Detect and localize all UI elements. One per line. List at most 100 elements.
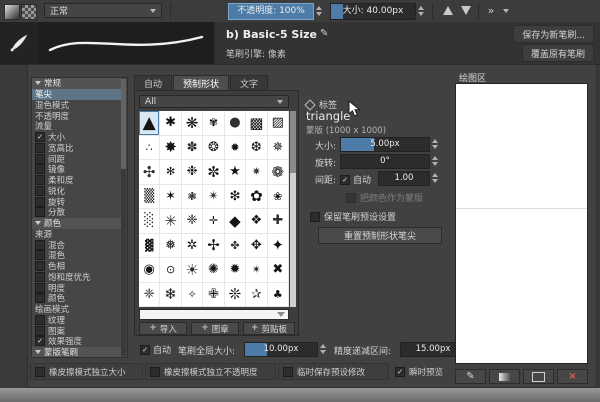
instant-preview-checkbox[interactable]: 瞬时预览 (391, 363, 449, 380)
brush-tip-cell[interactable]: ❉ (181, 160, 204, 185)
fill-gradient-button[interactable] (489, 369, 520, 384)
brush-tip-cell[interactable]: ❇ (224, 184, 247, 209)
brush-tip-cell[interactable]: ✷ (246, 160, 268, 185)
size-spin-buttons[interactable] (416, 3, 425, 18)
settings-item[interactable]: 颜色 (32, 293, 121, 304)
fill-background-button[interactable] (523, 369, 554, 384)
brush-tip-cell[interactable]: ❊ (224, 282, 247, 307)
brush-tip-cell[interactable]: ❀ (267, 184, 289, 209)
brush-size-slider[interactable]: 大小: 40.00px (330, 3, 416, 20)
checkbox-icon[interactable] (35, 261, 45, 272)
tip-rotation-spinbox[interactable]: 0° (340, 154, 430, 169)
reset-predefined-tip-button[interactable]: 重置预制形状笔尖 (318, 227, 442, 244)
brush-tip-cell[interactable]: ● (224, 111, 247, 136)
settings-item[interactable]: 混色 (32, 250, 121, 261)
brush-tip-cell[interactable]: ✼ (203, 160, 225, 185)
checkbox-icon[interactable] (35, 142, 45, 153)
pattern-chooser-icon[interactable] (21, 4, 37, 20)
brush-tip-cell[interactable]: ✵ (267, 135, 289, 160)
checkbox-icon[interactable] (35, 196, 45, 207)
brush-tip-cell[interactable]: ✰ (246, 282, 268, 307)
opacity-spin-buttons[interactable] (314, 3, 323, 18)
scratchpad-canvas[interactable] (455, 83, 588, 364)
tip-rotation-spin-buttons[interactable] (430, 154, 439, 167)
checkbox-icon[interactable] (35, 282, 45, 293)
clear-scratchpad-button[interactable]: × (557, 369, 588, 384)
brush-tip-cell[interactable]: ▒ (139, 184, 161, 209)
brush-tip-cell[interactable]: ✙ (203, 282, 225, 307)
brush-tip-cell[interactable]: ✤ (224, 233, 247, 258)
tab-predefined[interactable]: 预制形状 (173, 75, 230, 90)
checkbox-icon[interactable] (35, 271, 45, 282)
settings-item[interactable]: 分散 (32, 207, 121, 218)
mirror-vertical-icon[interactable] (458, 3, 474, 18)
brush-tip-cell[interactable]: ✱ (160, 111, 182, 136)
scrollbar-thumb[interactable] (290, 111, 296, 173)
import-button[interactable]: + 导入 (139, 322, 187, 335)
brush-tip-cell[interactable]: ❋ (181, 111, 204, 136)
brush-tip-cell[interactable]: ▩ (246, 111, 268, 136)
settings-item[interactable]: 绘画模式 (32, 304, 121, 315)
eraser-opacity-checkbox[interactable]: 橡皮擦模式独立不透明度 (145, 363, 276, 380)
mirror-horizontal-icon[interactable] (440, 3, 456, 18)
overall-size-slider[interactable]: 10.00px (244, 342, 318, 357)
brush-tip-cell[interactable]: ✸ (160, 135, 182, 160)
brush-tip-cell[interactable]: ✚ (267, 209, 289, 234)
brush-tip-cell[interactable]: ❖ (246, 209, 268, 234)
temp-save-checkbox[interactable]: 临时保存预设修改 (278, 363, 389, 380)
brush-tip-cell[interactable]: ✽ (181, 135, 204, 160)
checkbox-icon[interactable] (35, 185, 45, 196)
brush-tip-cell[interactable]: ✣ (139, 160, 161, 185)
brush-tip-cell[interactable]: ▨ (267, 111, 289, 136)
brush-tip-cell[interactable]: ✖ (267, 258, 289, 283)
clipboard-button[interactable]: + 剪贴板 (243, 322, 295, 335)
tag-filter-select[interactable]: All (139, 95, 289, 108)
brush-tip-cell[interactable]: ✿ (246, 184, 268, 209)
settings-item[interactable]: 流量 (32, 121, 121, 132)
tip-size-spin-buttons[interactable] (430, 137, 439, 150)
grid-scrollbar[interactable] (290, 111, 296, 307)
overall-size-spin-buttons[interactable] (318, 342, 327, 355)
brush-tip-cell[interactable]: ✲ (181, 233, 204, 258)
preserve-settings-checkbox[interactable]: 保留笔刷预设设置 (310, 210, 396, 223)
eraser-size-checkbox[interactable]: 橡皮擦模式独立大小 (30, 363, 143, 380)
settings-section-header[interactable]: 蒙版笔刷 (32, 346, 121, 357)
edit-preset-name-icon[interactable]: ✎ (320, 28, 328, 39)
spacing-auto-checkbox[interactable]: 自动 (340, 173, 371, 186)
settings-item[interactable]: 锐化 (32, 185, 121, 197)
brush-tip-cell[interactable]: ✺ (203, 258, 225, 283)
brush-tip-cell[interactable]: ◆ (224, 209, 247, 234)
settings-item[interactable]: 柔和度 (32, 175, 121, 186)
stamp-button[interactable]: + 图章 (191, 322, 239, 335)
opacity-slider[interactable]: 不透明度: 100% (228, 3, 314, 20)
settings-item[interactable]: 色相 (32, 261, 121, 272)
brush-tip-cell[interactable]: ◉ (139, 258, 161, 283)
settings-item[interactable]: 大小 (32, 132, 121, 143)
checkbox-icon[interactable] (35, 164, 45, 175)
settings-item[interactable]: 纹理 (32, 314, 121, 326)
brush-tip-cell[interactable]: ❈ (181, 209, 204, 234)
checkbox-icon[interactable] (35, 336, 45, 347)
settings-item[interactable]: 明度 (32, 282, 121, 294)
settings-item[interactable]: 混合 (32, 239, 121, 251)
settings-item[interactable]: 来源 (32, 229, 121, 240)
brush-tip-cell[interactable]: ✴ (203, 184, 225, 209)
brush-tip-cell[interactable]: ▓ (139, 233, 161, 258)
brush-tip-cell[interactable]: ✹ (224, 135, 247, 160)
tab-text[interactable]: 文字 (230, 75, 269, 90)
settings-item[interactable]: 笔尖 (32, 88, 121, 100)
brush-tip-cell[interactable]: ❁ (267, 160, 289, 185)
brush-tip-cell[interactable]: ✻ (160, 160, 182, 185)
brush-tip-cell[interactable]: ❅ (160, 233, 182, 258)
fill-brush-preview-button[interactable]: ✎ (455, 369, 486, 384)
brush-tip-cell[interactable]: ♣ (267, 282, 289, 307)
settings-item[interactable]: 宽高比 (32, 142, 121, 154)
brush-tip-cell[interactable]: ✦ (267, 233, 289, 258)
settings-item[interactable]: 效果强度 (32, 336, 121, 347)
checkbox-icon[interactable] (35, 314, 45, 325)
settings-section-header[interactable]: 颜色 (32, 217, 121, 229)
brush-tip-cell[interactable]: ✛ (203, 209, 225, 234)
brush-tip-cell[interactable]: ✴ (246, 258, 268, 283)
brush-tip-cell[interactable]: ░ (139, 209, 161, 234)
settings-section-header[interactable]: 常规 (32, 78, 121, 89)
